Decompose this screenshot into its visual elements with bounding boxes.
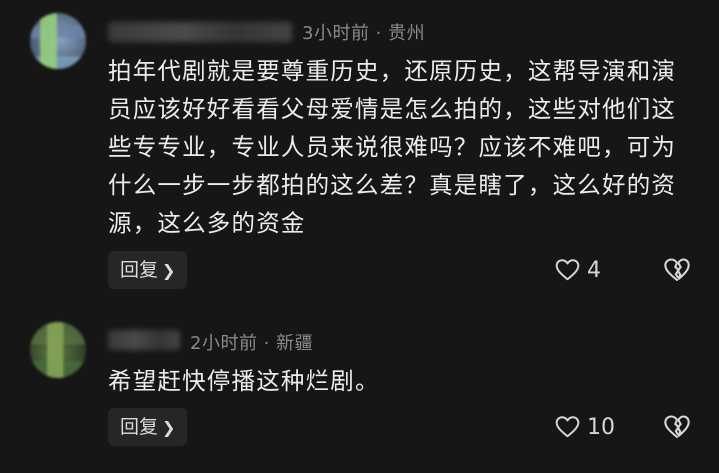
avatar[interactable] xyxy=(30,322,86,378)
comment-text: 希望赶快停播这种烂剧。 xyxy=(108,367,380,395)
username-blurred[interactable] xyxy=(108,22,292,42)
chevron-right-icon: ❯ xyxy=(162,261,176,280)
dislike-button[interactable] xyxy=(663,256,691,284)
comment-meta: 2小时前 · 新疆 xyxy=(190,333,314,354)
reply-button[interactable]: 回复 ❯ xyxy=(108,251,188,289)
chevron-right-icon: ❯ xyxy=(162,418,176,437)
reply-label: 回复 xyxy=(120,416,159,438)
heart-outline-icon xyxy=(555,416,580,438)
username-blurred[interactable] xyxy=(108,330,180,350)
reply-button[interactable]: 回复 ❯ xyxy=(108,408,188,446)
heart-outline-icon xyxy=(555,259,580,281)
comment-meta: 3小时前 · 贵州 xyxy=(302,23,426,44)
like-count: 10 xyxy=(587,414,615,440)
avatar[interactable] xyxy=(30,13,86,69)
like-button[interactable]: 4 xyxy=(554,252,601,288)
broken-heart-icon xyxy=(664,258,690,281)
comment-item: 3小时前 · 贵州 拍年代剧就是要尊重历史，还原历史，这帮导演和演员应该好好看看… xyxy=(0,0,719,300)
dislike-button[interactable] xyxy=(663,413,691,441)
like-count: 4 xyxy=(587,257,601,283)
like-button[interactable]: 10 xyxy=(554,409,615,445)
reply-label: 回复 xyxy=(120,259,159,281)
comment-text: 拍年代剧就是要尊重历史，还原历史，这帮导演和演员应该好好看看父母爱情是怎么拍的，… xyxy=(108,57,677,237)
broken-heart-icon xyxy=(664,415,690,438)
